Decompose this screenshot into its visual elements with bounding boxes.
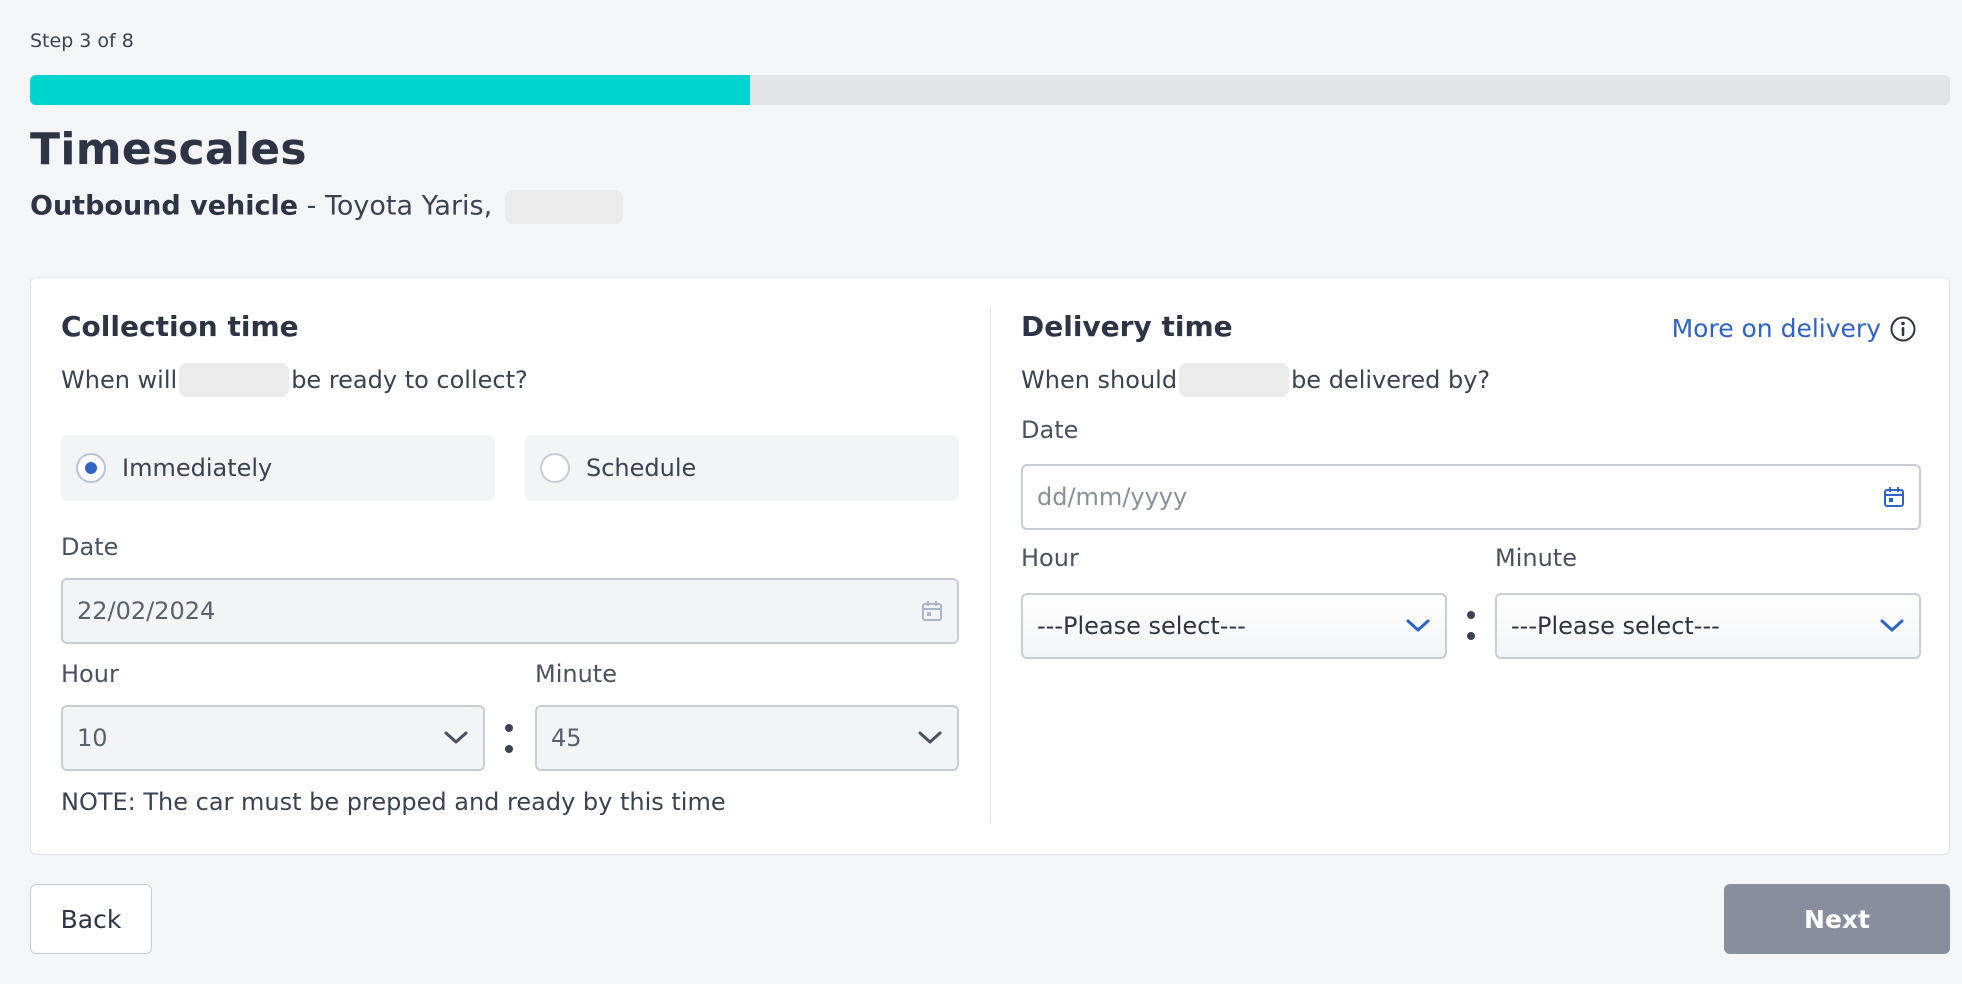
- redacted-name: [1179, 363, 1290, 397]
- delivery-date-label: Date: [1021, 416, 1079, 444]
- collection-hour-select: 10: [61, 705, 485, 771]
- redacted-name: [179, 363, 290, 397]
- calendar-icon[interactable]: [1883, 486, 1905, 508]
- chevron-down-icon: [918, 731, 942, 744]
- collection-question-start: When will: [61, 366, 178, 394]
- collection-question: When will be ready to collect?: [61, 363, 528, 397]
- more-on-delivery-label[interactable]: More on delivery: [1672, 314, 1881, 343]
- collection-time-title: Collection time: [61, 310, 299, 343]
- subtitle-label: Outbound vehicle: [30, 190, 299, 222]
- radio-schedule[interactable]: Schedule: [525, 435, 959, 501]
- collection-minute-value: 45: [551, 724, 582, 752]
- collection-hour-label: Hour: [61, 660, 119, 688]
- delivery-date-input[interactable]: dd/mm/yyyy: [1021, 464, 1921, 530]
- delivery-date-placeholder[interactable]: dd/mm/yyyy: [1037, 483, 1883, 511]
- time-separator: [505, 724, 513, 766]
- calendar-icon: [922, 601, 942, 621]
- step-indicator: Step 3 of 8: [30, 30, 134, 52]
- radio-button-checked[interactable]: [76, 453, 106, 483]
- page-subtitle: Outbound vehicle - Toyota Yaris,: [30, 190, 623, 224]
- chevron-down-icon[interactable]: [1405, 618, 1431, 634]
- collection-question-end: be ready to collect?: [291, 366, 528, 394]
- info-icon[interactable]: [1889, 315, 1917, 343]
- collection-note: NOTE: The car must be prepped and ready …: [61, 788, 726, 816]
- progress-bar: [30, 75, 1950, 105]
- collection-date-label: Date: [61, 533, 119, 561]
- delivery-question: When should be delivered by?: [1021, 363, 1490, 397]
- radio-label-schedule: Schedule: [586, 454, 697, 482]
- radio-label-immediately: Immediately: [122, 454, 273, 482]
- collection-minute-select: 45: [535, 705, 959, 771]
- timescales-card: Collection time When will be ready to co…: [30, 277, 1950, 855]
- collection-hour-value: 10: [77, 724, 108, 752]
- collection-minute-label: Minute: [535, 660, 617, 688]
- collection-date-input: 22/02/2024: [61, 578, 959, 644]
- next-button[interactable]: Next: [1724, 884, 1950, 954]
- delivery-minute-label: Minute: [1495, 544, 1577, 572]
- page-title: Timescales: [30, 124, 307, 175]
- delivery-hour-label: Hour: [1021, 544, 1079, 572]
- collection-date-value: 22/02/2024: [77, 597, 216, 625]
- column-divider: [990, 308, 991, 822]
- progress-bar-fill: [30, 75, 750, 105]
- delivery-question-end: be delivered by?: [1291, 366, 1491, 394]
- radio-immediately[interactable]: Immediately: [61, 435, 495, 501]
- delivery-question-start: When should: [1021, 366, 1178, 394]
- delivery-minute-select[interactable]: ---Please select---: [1495, 593, 1921, 659]
- more-on-delivery-link[interactable]: More on delivery: [1672, 314, 1917, 343]
- chevron-down-icon[interactable]: [1879, 618, 1905, 634]
- delivery-hour-select[interactable]: ---Please select---: [1021, 593, 1447, 659]
- delivery-time-title: Delivery time: [1021, 310, 1233, 343]
- vehicle-name: - Toyota Yaris,: [298, 190, 493, 222]
- chevron-down-icon: [444, 731, 468, 744]
- radio-button-unchecked[interactable]: [540, 453, 570, 483]
- delivery-minute-value[interactable]: ---Please select---: [1511, 612, 1879, 640]
- time-separator: [1467, 611, 1475, 653]
- delivery-hour-value[interactable]: ---Please select---: [1037, 612, 1405, 640]
- redacted-registration: [504, 190, 623, 224]
- back-button[interactable]: Back: [30, 884, 152, 954]
